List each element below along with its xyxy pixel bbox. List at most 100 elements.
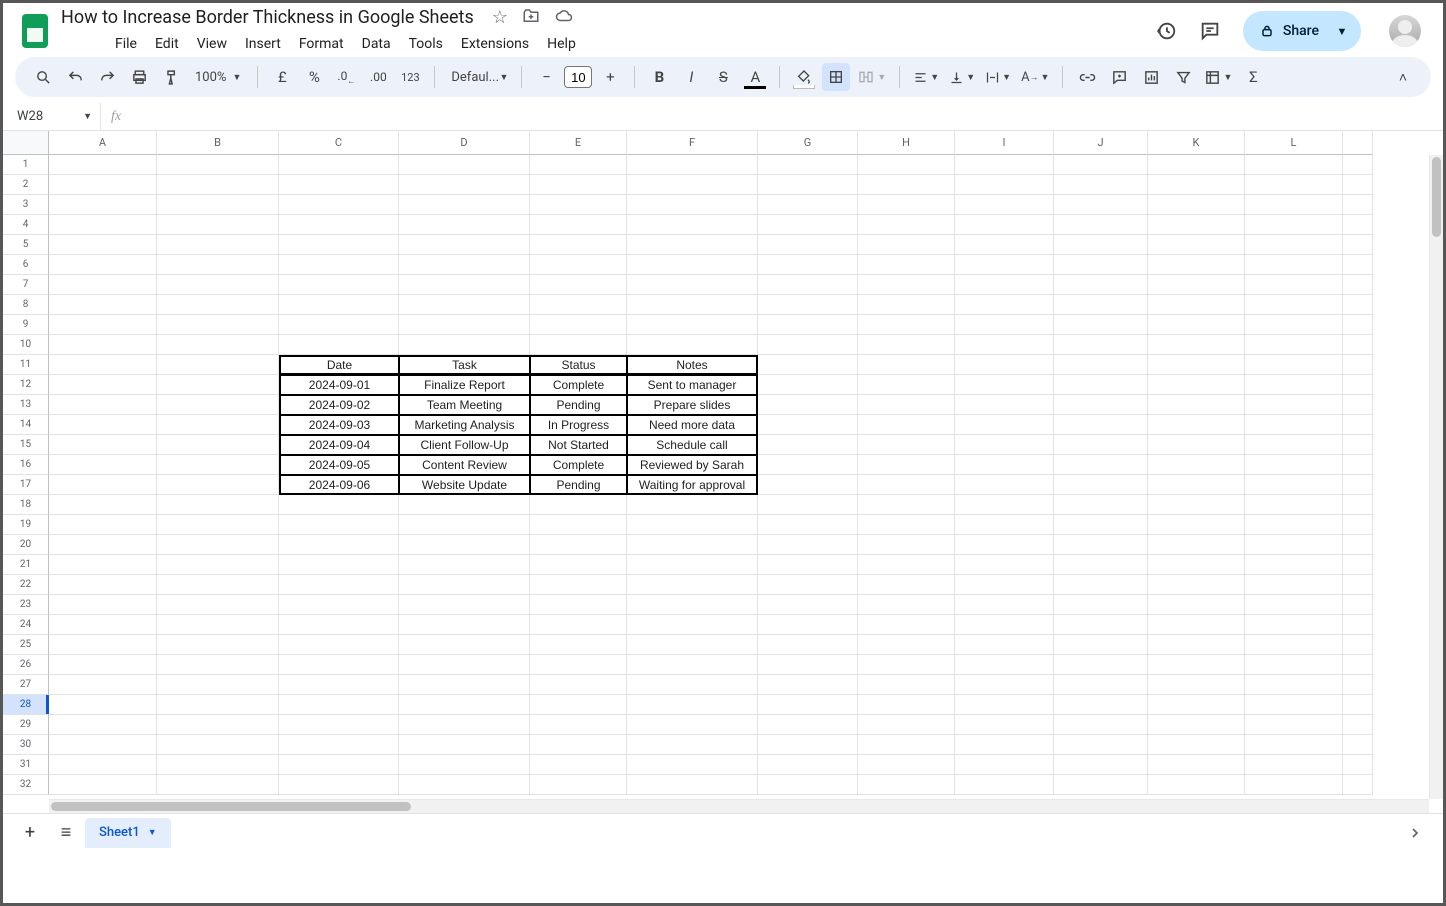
cell[interactable] [279,195,399,215]
cell[interactable] [955,495,1054,515]
filter-icon[interactable] [1169,63,1197,91]
cell[interactable] [279,635,399,655]
cell[interactable] [1054,615,1148,635]
cell[interactable] [1343,295,1373,315]
cell[interactable] [1343,775,1373,795]
cell[interactable] [858,255,955,275]
cell[interactable] [1343,475,1373,495]
cell[interactable] [627,495,758,515]
cell[interactable] [758,635,858,655]
cell[interactable] [157,335,279,355]
cell[interactable]: Marketing Analysis [399,415,530,435]
cell[interactable] [1245,215,1343,235]
cell[interactable] [1054,155,1148,175]
cell[interactable] [758,735,858,755]
cell[interactable] [49,455,157,475]
cell[interactable] [279,335,399,355]
cell[interactable] [157,155,279,175]
cell[interactable] [1245,515,1343,535]
cell[interactable] [1343,155,1373,175]
cell[interactable] [530,715,627,735]
cell[interactable] [49,675,157,695]
cloud-status-icon[interactable] [554,7,574,28]
cell[interactable] [1054,215,1148,235]
cell[interactable] [627,335,758,355]
cell[interactable] [530,255,627,275]
row-header[interactable]: 3 [3,195,49,215]
row-header[interactable]: 6 [3,255,49,275]
cell[interactable] [49,435,157,455]
row-header[interactable]: 29 [3,715,49,735]
menu-edit[interactable]: Edit [147,32,187,56]
cell[interactable] [858,295,955,315]
cell[interactable] [1245,375,1343,395]
cell[interactable] [49,395,157,415]
cell[interactable] [279,155,399,175]
cell[interactable] [758,655,858,675]
cell[interactable] [858,555,955,575]
cell[interactable] [1054,375,1148,395]
cell[interactable] [530,775,627,795]
cell[interactable] [530,575,627,595]
cell[interactable] [1245,335,1343,355]
row-header[interactable]: 19 [3,515,49,535]
cell[interactable] [157,435,279,455]
cell[interactable] [49,475,157,495]
cell[interactable] [955,615,1054,635]
cell[interactable] [157,395,279,415]
decrease-font-icon[interactable]: − [532,63,560,91]
cell[interactable] [49,255,157,275]
cell[interactable] [279,675,399,695]
col-header[interactable]: K [1148,131,1245,155]
cell[interactable] [955,275,1054,295]
cell[interactable]: Task [399,355,530,375]
cell[interactable]: Schedule call [627,435,758,455]
cell[interactable] [1343,255,1373,275]
cell[interactable] [530,535,627,555]
cell[interactable] [1343,615,1373,635]
cell[interactable] [627,195,758,215]
menu-tools[interactable]: Tools [401,32,451,56]
cell[interactable] [49,635,157,655]
row-header[interactable]: 32 [3,775,49,795]
cell[interactable] [157,575,279,595]
cell[interactable] [1245,355,1343,375]
cell[interactable] [627,155,758,175]
cell[interactable] [157,415,279,435]
cell[interactable] [1054,175,1148,195]
share-button[interactable]: Share ▼ [1243,11,1361,51]
cell[interactable] [399,735,530,755]
cell[interactable] [1245,535,1343,555]
row-header[interactable]: 25 [3,635,49,655]
cell[interactable] [1054,415,1148,435]
row-header[interactable]: 9 [3,315,49,335]
cell[interactable]: 2024-09-06 [279,475,399,495]
cell[interactable] [279,715,399,735]
col-header[interactable]: H [858,131,955,155]
cell[interactable] [399,495,530,515]
cell[interactable] [530,515,627,535]
cell[interactable] [1245,475,1343,495]
cell[interactable] [627,555,758,575]
cell[interactable] [530,315,627,335]
cell[interactable] [157,735,279,755]
cell[interactable] [758,675,858,695]
cell[interactable] [955,435,1054,455]
cell[interactable] [1054,275,1148,295]
cell[interactable] [627,595,758,615]
cell[interactable] [627,635,758,655]
insert-chart-icon[interactable] [1137,63,1165,91]
cell[interactable] [858,735,955,755]
cell[interactable] [955,155,1054,175]
row-header[interactable]: 21 [3,555,49,575]
cell[interactable] [1343,375,1373,395]
cell[interactable] [1054,495,1148,515]
cell[interactable] [627,515,758,535]
cell[interactable]: Pending [530,475,627,495]
cell[interactable] [858,415,955,435]
cell[interactable] [279,755,399,775]
all-sheets-icon[interactable]: ≡ [49,818,83,848]
cell[interactable] [49,595,157,615]
cell[interactable]: Reviewed by Sarah [627,455,758,475]
cell[interactable] [758,215,858,235]
